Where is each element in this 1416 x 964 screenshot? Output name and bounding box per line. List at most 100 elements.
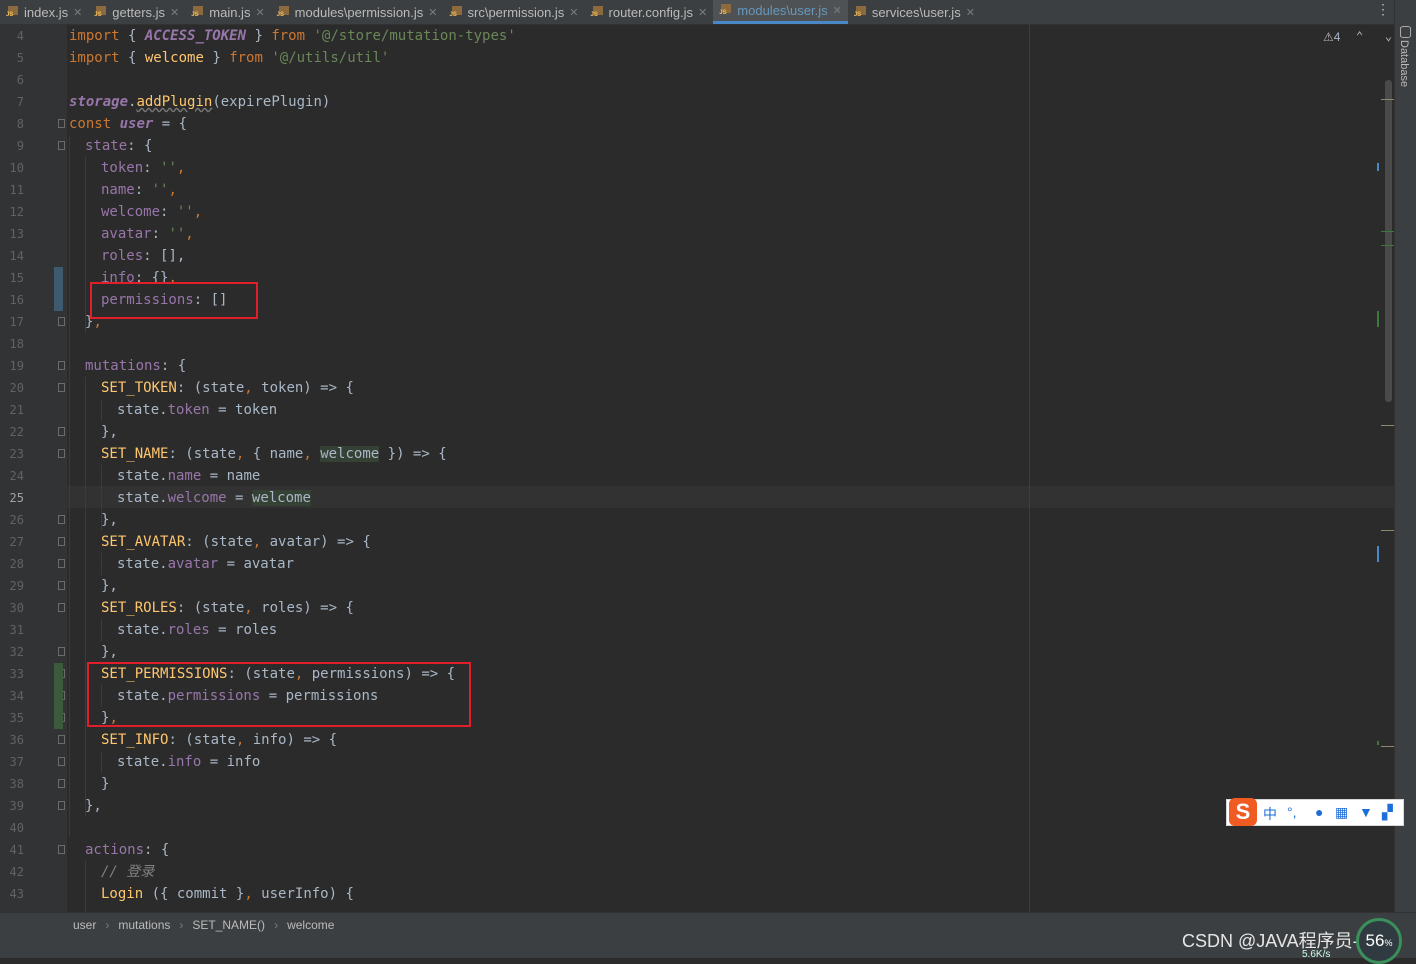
microphone-icon[interactable]: ● <box>1315 804 1323 820</box>
tab-file[interactable]: JS modules\permission.js ✕ <box>271 0 444 24</box>
js-file-icon: JS <box>450 5 463 19</box>
vcs-change-bar[interactable] <box>54 267 63 311</box>
more-icon[interactable]: ⋮ <box>1376 2 1390 18</box>
code-line-7: storage.addPlugin(expirePlugin) <box>69 94 331 110</box>
fold-marker-icon[interactable] <box>58 801 65 810</box>
highlight-box-set-permissions <box>87 662 471 727</box>
editor-tab-bar: JS index.js ✕ JS getters.js ✕ JS main.js ✕ JS modu… <box>0 0 1394 25</box>
code-editor[interactable]: import { ACCESS_TOKEN } from '@/store/mu… <box>69 25 1389 912</box>
tab-file[interactable]: JS main.js ✕ <box>185 0 270 24</box>
fold-marker-icon[interactable] <box>58 757 65 766</box>
fold-marker-icon[interactable] <box>58 581 65 590</box>
tab-file[interactable]: JS services\user.js ✕ <box>848 0 981 24</box>
code-line-4: import { ACCESS_TOKEN } from '@/store/mu… <box>69 28 516 44</box>
close-icon[interactable]: ✕ <box>698 6 707 19</box>
net-monitor-badge[interactable]: 56% <box>1356 918 1402 964</box>
breadcrumb-item[interactable]: mutations <box>118 918 170 932</box>
code-line-21: state.token = token <box>117 402 278 418</box>
js-file-icon: JS <box>277 5 290 19</box>
breadcrumb-separator: › <box>274 918 279 932</box>
database-tool-tab[interactable]: Database <box>1398 40 1410 87</box>
indent-guide <box>101 619 102 641</box>
chevron-down-icon[interactable]: ⌄ <box>1385 29 1392 43</box>
line-number: 35 <box>9 711 24 725</box>
tab-file[interactable]: JS src\permission.js ✕ <box>444 0 585 24</box>
chevron-up-icon[interactable]: ⌃ <box>1356 29 1363 43</box>
line-number: 27 <box>9 535 24 549</box>
close-icon[interactable]: ✕ <box>255 6 264 19</box>
line-number: 38 <box>9 777 24 791</box>
prev-next-highlight[interactable]: ⌃ ⌄ <box>1356 29 1392 43</box>
line-number: 11 <box>9 183 24 197</box>
line-number: 8 <box>16 117 24 131</box>
tab-file[interactable]: JS getters.js ✕ <box>88 0 185 24</box>
indent-guide <box>101 553 102 575</box>
change-marker <box>1377 741 1379 745</box>
line-number: 18 <box>9 337 24 351</box>
fold-marker-icon[interactable] <box>58 779 65 788</box>
toolbox-icon[interactable]: ▞ <box>1382 804 1393 821</box>
close-icon[interactable]: ✕ <box>966 6 975 19</box>
tab-label: index.js <box>24 4 69 20</box>
fold-marker-icon[interactable] <box>58 845 65 854</box>
code-line-38: } <box>101 776 110 792</box>
fold-marker-icon[interactable] <box>58 515 65 524</box>
js-file-icon: JS <box>191 5 204 19</box>
change-marker <box>1377 163 1379 171</box>
skin-icon[interactable]: ▼ <box>1359 804 1373 820</box>
keyboard-icon[interactable]: ▦ <box>1335 804 1348 821</box>
fold-marker-icon[interactable] <box>58 119 65 128</box>
code-line-10: token: '', <box>101 160 186 176</box>
tab-label: modules\permission.js <box>294 4 424 20</box>
fold-marker-icon[interactable] <box>58 735 65 744</box>
js-file-icon: JS <box>94 5 107 19</box>
breadcrumb-item[interactable]: SET_NAME() <box>192 918 265 932</box>
tab-file[interactable]: JS modules\user.js ✕ <box>713 0 848 24</box>
line-number: 37 <box>9 755 24 769</box>
line-number: 39 <box>9 799 24 813</box>
code-line-43: Login ({ commit }, userInfo) { <box>101 886 354 902</box>
code-line-14: roles: [], <box>101 248 186 264</box>
fold-marker-icon[interactable] <box>58 537 65 546</box>
close-icon[interactable]: ✕ <box>428 6 437 19</box>
tab-label: router.config.js <box>608 4 694 20</box>
ime-mode-toggle[interactable]: 中 <box>1263 804 1277 824</box>
tab-label: getters.js <box>112 4 166 20</box>
database-icon <box>1400 26 1411 38</box>
fold-marker-icon[interactable] <box>58 361 65 370</box>
breadcrumb-item[interactable]: welcome <box>287 918 334 932</box>
fold-marker-icon[interactable] <box>58 317 65 326</box>
warning-indicator[interactable]: ⚠4 <box>1323 30 1340 44</box>
fold-marker-icon[interactable] <box>58 383 65 392</box>
fold-marker-icon[interactable] <box>58 427 65 436</box>
fold-marker-icon[interactable] <box>58 603 65 612</box>
tab-file[interactable]: JS index.js ✕ <box>0 0 88 24</box>
js-file-icon: JS <box>719 4 732 17</box>
indent-guide <box>101 751 102 773</box>
fold-marker-icon[interactable] <box>58 647 65 656</box>
fold-marker-icon[interactable] <box>58 449 65 458</box>
indent-guide <box>85 861 86 912</box>
ime-punct-toggle[interactable]: °, <box>1287 804 1297 820</box>
line-number: 42 <box>9 865 24 879</box>
vcs-change-bar[interactable] <box>54 663 63 729</box>
line-number: 40 <box>9 821 24 835</box>
breadcrumb-separator: › <box>179 918 184 932</box>
close-icon[interactable]: ✕ <box>833 4 842 17</box>
change-marker <box>1377 546 1379 562</box>
close-icon[interactable]: ✕ <box>73 6 82 19</box>
line-number: 36 <box>9 733 24 747</box>
close-icon[interactable]: ✕ <box>569 6 578 19</box>
line-number: 10 <box>9 161 24 175</box>
line-number: 24 <box>9 469 24 483</box>
code-line-31: state.roles = roles <box>117 622 278 638</box>
fold-marker-icon[interactable] <box>58 141 65 150</box>
fold-marker-icon[interactable] <box>58 559 65 568</box>
ime-toolbar[interactable]: S 中 °, ● ▦ ▼ ▞ <box>1226 798 1404 826</box>
vertical-scrollbar[interactable] <box>1385 80 1392 402</box>
change-marker <box>1381 425 1394 426</box>
breadcrumb-item[interactable]: user <box>73 918 96 932</box>
tab-file[interactable]: JS router.config.js ✕ <box>585 0 714 24</box>
code-line-36: SET_INFO: (state, info) => { <box>101 732 338 748</box>
close-icon[interactable]: ✕ <box>170 6 179 19</box>
